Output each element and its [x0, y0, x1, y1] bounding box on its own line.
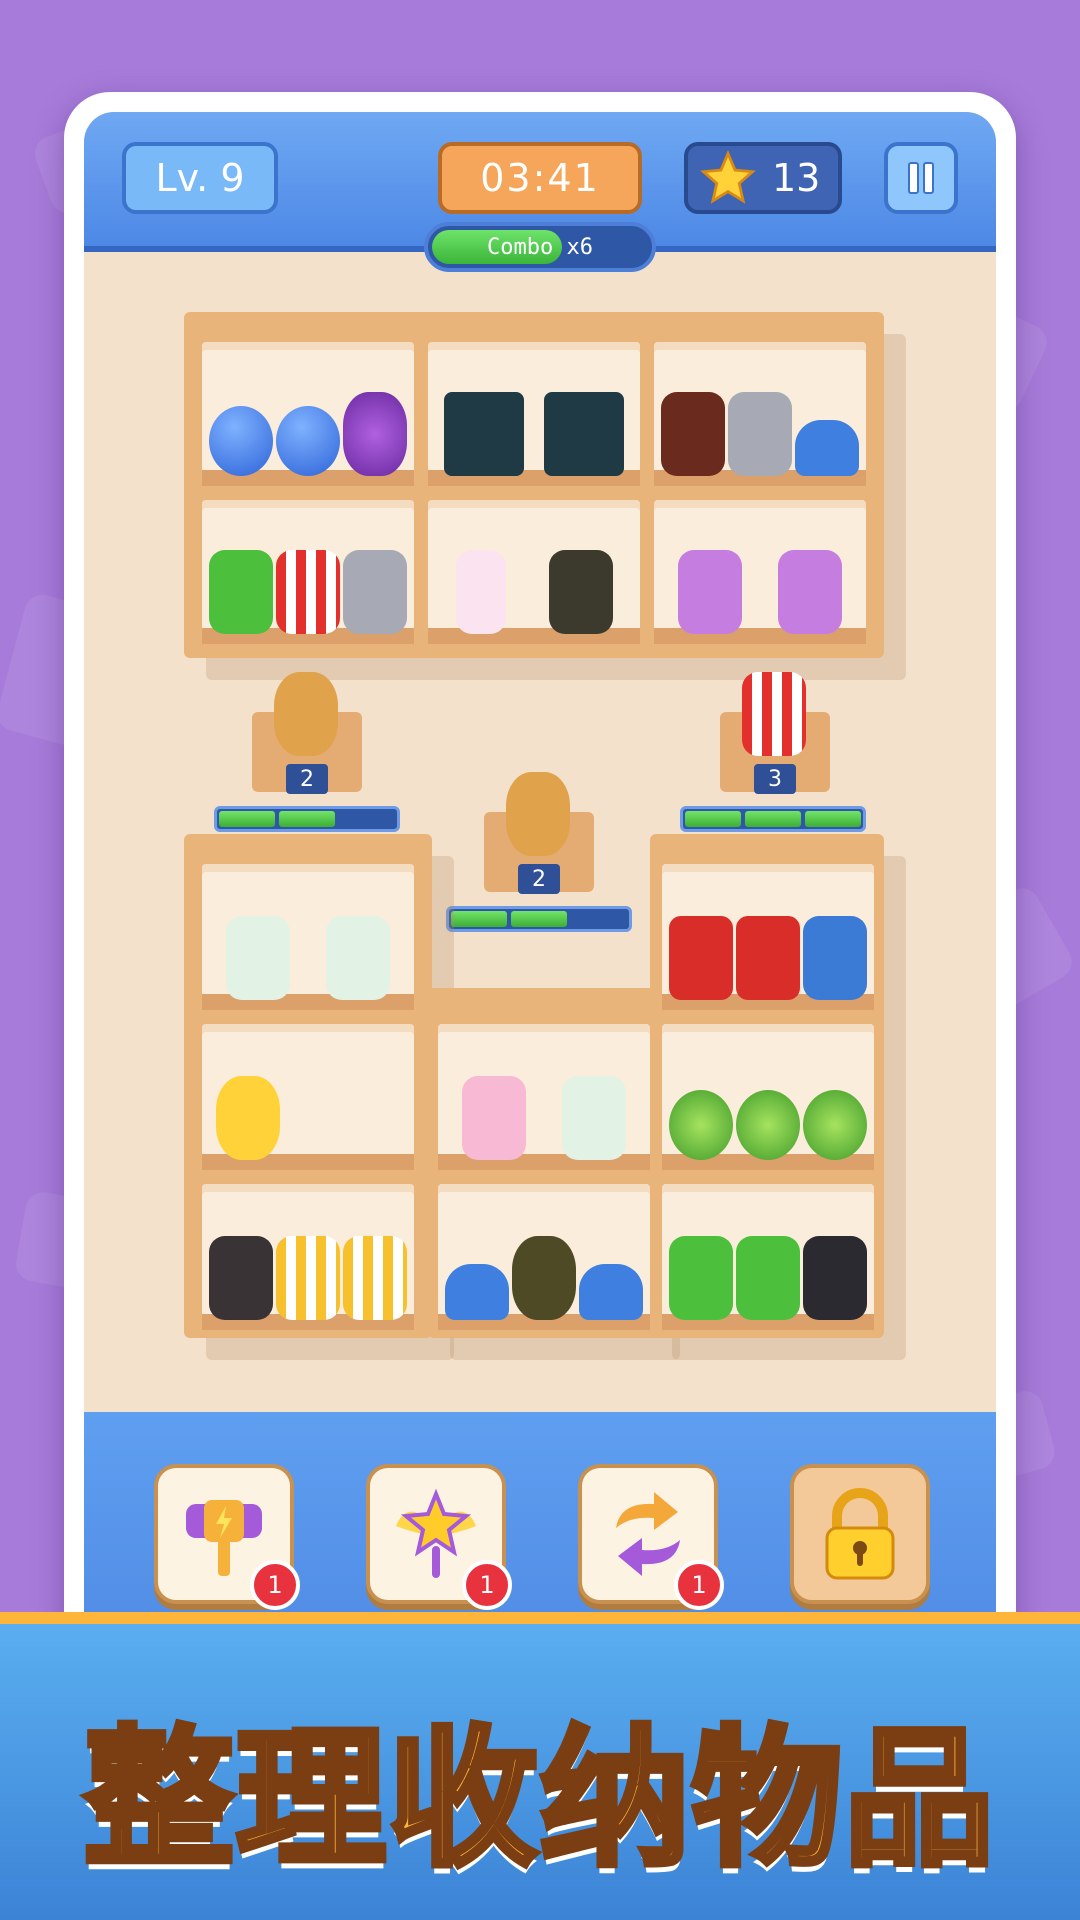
- hand-sanitizer-item[interactable]: [562, 1076, 626, 1160]
- shelf-unit-top: [184, 312, 884, 658]
- pedestal-count: 2: [286, 764, 328, 794]
- progress-segment: [511, 911, 567, 927]
- shelf-unit-bottom-left: [184, 834, 432, 1338]
- shelf-cell[interactable]: [662, 864, 874, 1010]
- shelf-unit-bottom-right: [650, 834, 884, 1338]
- pedestal-progress: [446, 906, 632, 932]
- rubber-duck-item[interactable]: [216, 1076, 280, 1160]
- hand-sanitizer-item[interactable]: [326, 916, 390, 1000]
- shelf-cell[interactable]: [428, 342, 640, 486]
- shuffle-button[interactable]: 1: [578, 1464, 724, 1610]
- hand-sanitizer-item[interactable]: [226, 916, 290, 1000]
- shuffle-count-badge: 1: [674, 1560, 724, 1610]
- locked-tool-button[interactable]: [790, 1464, 930, 1604]
- soda-can-item[interactable]: [669, 916, 734, 1000]
- hammer-count-badge: 1: [250, 1560, 300, 1610]
- progress-segment: [451, 911, 507, 927]
- level-indicator: Lv. 9: [122, 142, 278, 214]
- cabbage-item[interactable]: [669, 1090, 734, 1160]
- shelf-cell[interactable]: [662, 1024, 874, 1170]
- pedestal-progress: [214, 806, 400, 832]
- progress-segment: [805, 811, 861, 827]
- house-purple-item[interactable]: [778, 550, 842, 634]
- soap-dark-item[interactable]: [209, 1236, 274, 1320]
- shelf-cell[interactable]: [202, 864, 414, 1010]
- soda-can-item[interactable]: [735, 916, 800, 1000]
- progress-segment: [279, 811, 335, 827]
- cat-black-item[interactable]: [802, 1236, 867, 1320]
- pedestal-middle[interactable]: 2: [484, 772, 594, 894]
- lollipop-item[interactable]: [275, 406, 340, 476]
- shelf-cell[interactable]: [202, 500, 414, 644]
- shelf-cell[interactable]: [428, 500, 640, 644]
- shelf-cell[interactable]: [438, 1184, 650, 1330]
- banner-title: 整理收纳物品: [81, 1710, 997, 1890]
- magic-wand-count-badge: 1: [462, 1560, 512, 1610]
- progress-segment: [571, 911, 627, 927]
- pedestal-count: 2: [518, 864, 560, 894]
- progress-segment: [219, 811, 275, 827]
- shelf-cell[interactable]: [202, 1024, 414, 1170]
- pedestal-right[interactable]: 3: [720, 672, 830, 794]
- pause-icon: [908, 162, 934, 194]
- cabbage-item[interactable]: [802, 1090, 867, 1160]
- soap-pink-item[interactable]: [462, 1076, 526, 1160]
- progress-segment: [339, 811, 395, 827]
- promo-banner: 整理收纳物品: [0, 1612, 1080, 1920]
- shelf-cell[interactable]: [202, 1184, 414, 1330]
- star-counter: 13: [684, 142, 842, 214]
- cat-grey-item[interactable]: [342, 550, 407, 634]
- popcorn-yellow-item[interactable]: [275, 1236, 340, 1320]
- lollipop-item[interactable]: [209, 406, 274, 476]
- shelf-cell[interactable]: [202, 342, 414, 486]
- dino-dark-item[interactable]: [661, 392, 726, 476]
- shelf-unit-bottom-middle: [428, 988, 658, 1338]
- duck-dark-item[interactable]: [511, 1236, 576, 1320]
- hammer-button[interactable]: 1: [154, 1464, 300, 1610]
- pedestal-left[interactable]: 2: [252, 672, 362, 794]
- shelf-cell[interactable]: [438, 1024, 650, 1170]
- star-count: 13: [772, 156, 821, 200]
- grapes-item[interactable]: [342, 392, 407, 476]
- snack-bag-item[interactable]: [444, 392, 524, 476]
- teddy-bear-item[interactable]: [274, 672, 338, 756]
- popcorn-yellow-item[interactable]: [342, 1236, 407, 1320]
- house-dark-item[interactable]: [548, 550, 613, 634]
- snack-bag-item[interactable]: [544, 392, 624, 476]
- teddy-bear-item[interactable]: [506, 772, 570, 856]
- game-screen: Lv. 9 03:41 13 Combo x6 2 2 3 1 1 1: [84, 112, 996, 1712]
- pedestal-count: 3: [754, 764, 796, 794]
- house-purple-item[interactable]: [678, 550, 742, 634]
- cat-grey-item[interactable]: [727, 392, 792, 476]
- lock-icon: [825, 1488, 895, 1580]
- shelf-cell[interactable]: [654, 500, 866, 644]
- car-blue-item[interactable]: [578, 1264, 643, 1320]
- pause-button[interactable]: [884, 142, 958, 214]
- car-blue-item[interactable]: [794, 420, 859, 476]
- progress-segment: [745, 811, 801, 827]
- progress-segment: [685, 811, 741, 827]
- shelf-cell[interactable]: [662, 1184, 874, 1330]
- cream-tube-item[interactable]: [455, 550, 506, 634]
- magic-wand-button[interactable]: 1: [366, 1464, 512, 1610]
- dino-green-item[interactable]: [735, 1236, 800, 1320]
- shelf-cell[interactable]: [654, 342, 866, 486]
- dino-green-item[interactable]: [669, 1236, 734, 1320]
- car-blue-item[interactable]: [445, 1264, 510, 1320]
- combo-label: Combo x6: [487, 234, 593, 260]
- cabbage-item[interactable]: [735, 1090, 800, 1160]
- popcorn-item[interactable]: [742, 672, 806, 756]
- pedestal-progress: [680, 806, 866, 832]
- dino-green-item[interactable]: [209, 550, 274, 634]
- popcorn-item[interactable]: [275, 550, 340, 634]
- countdown-timer: 03:41: [438, 142, 642, 214]
- house-red-item[interactable]: [802, 916, 867, 1000]
- star-icon: [700, 150, 756, 204]
- combo-meter: Combo x6: [424, 222, 656, 272]
